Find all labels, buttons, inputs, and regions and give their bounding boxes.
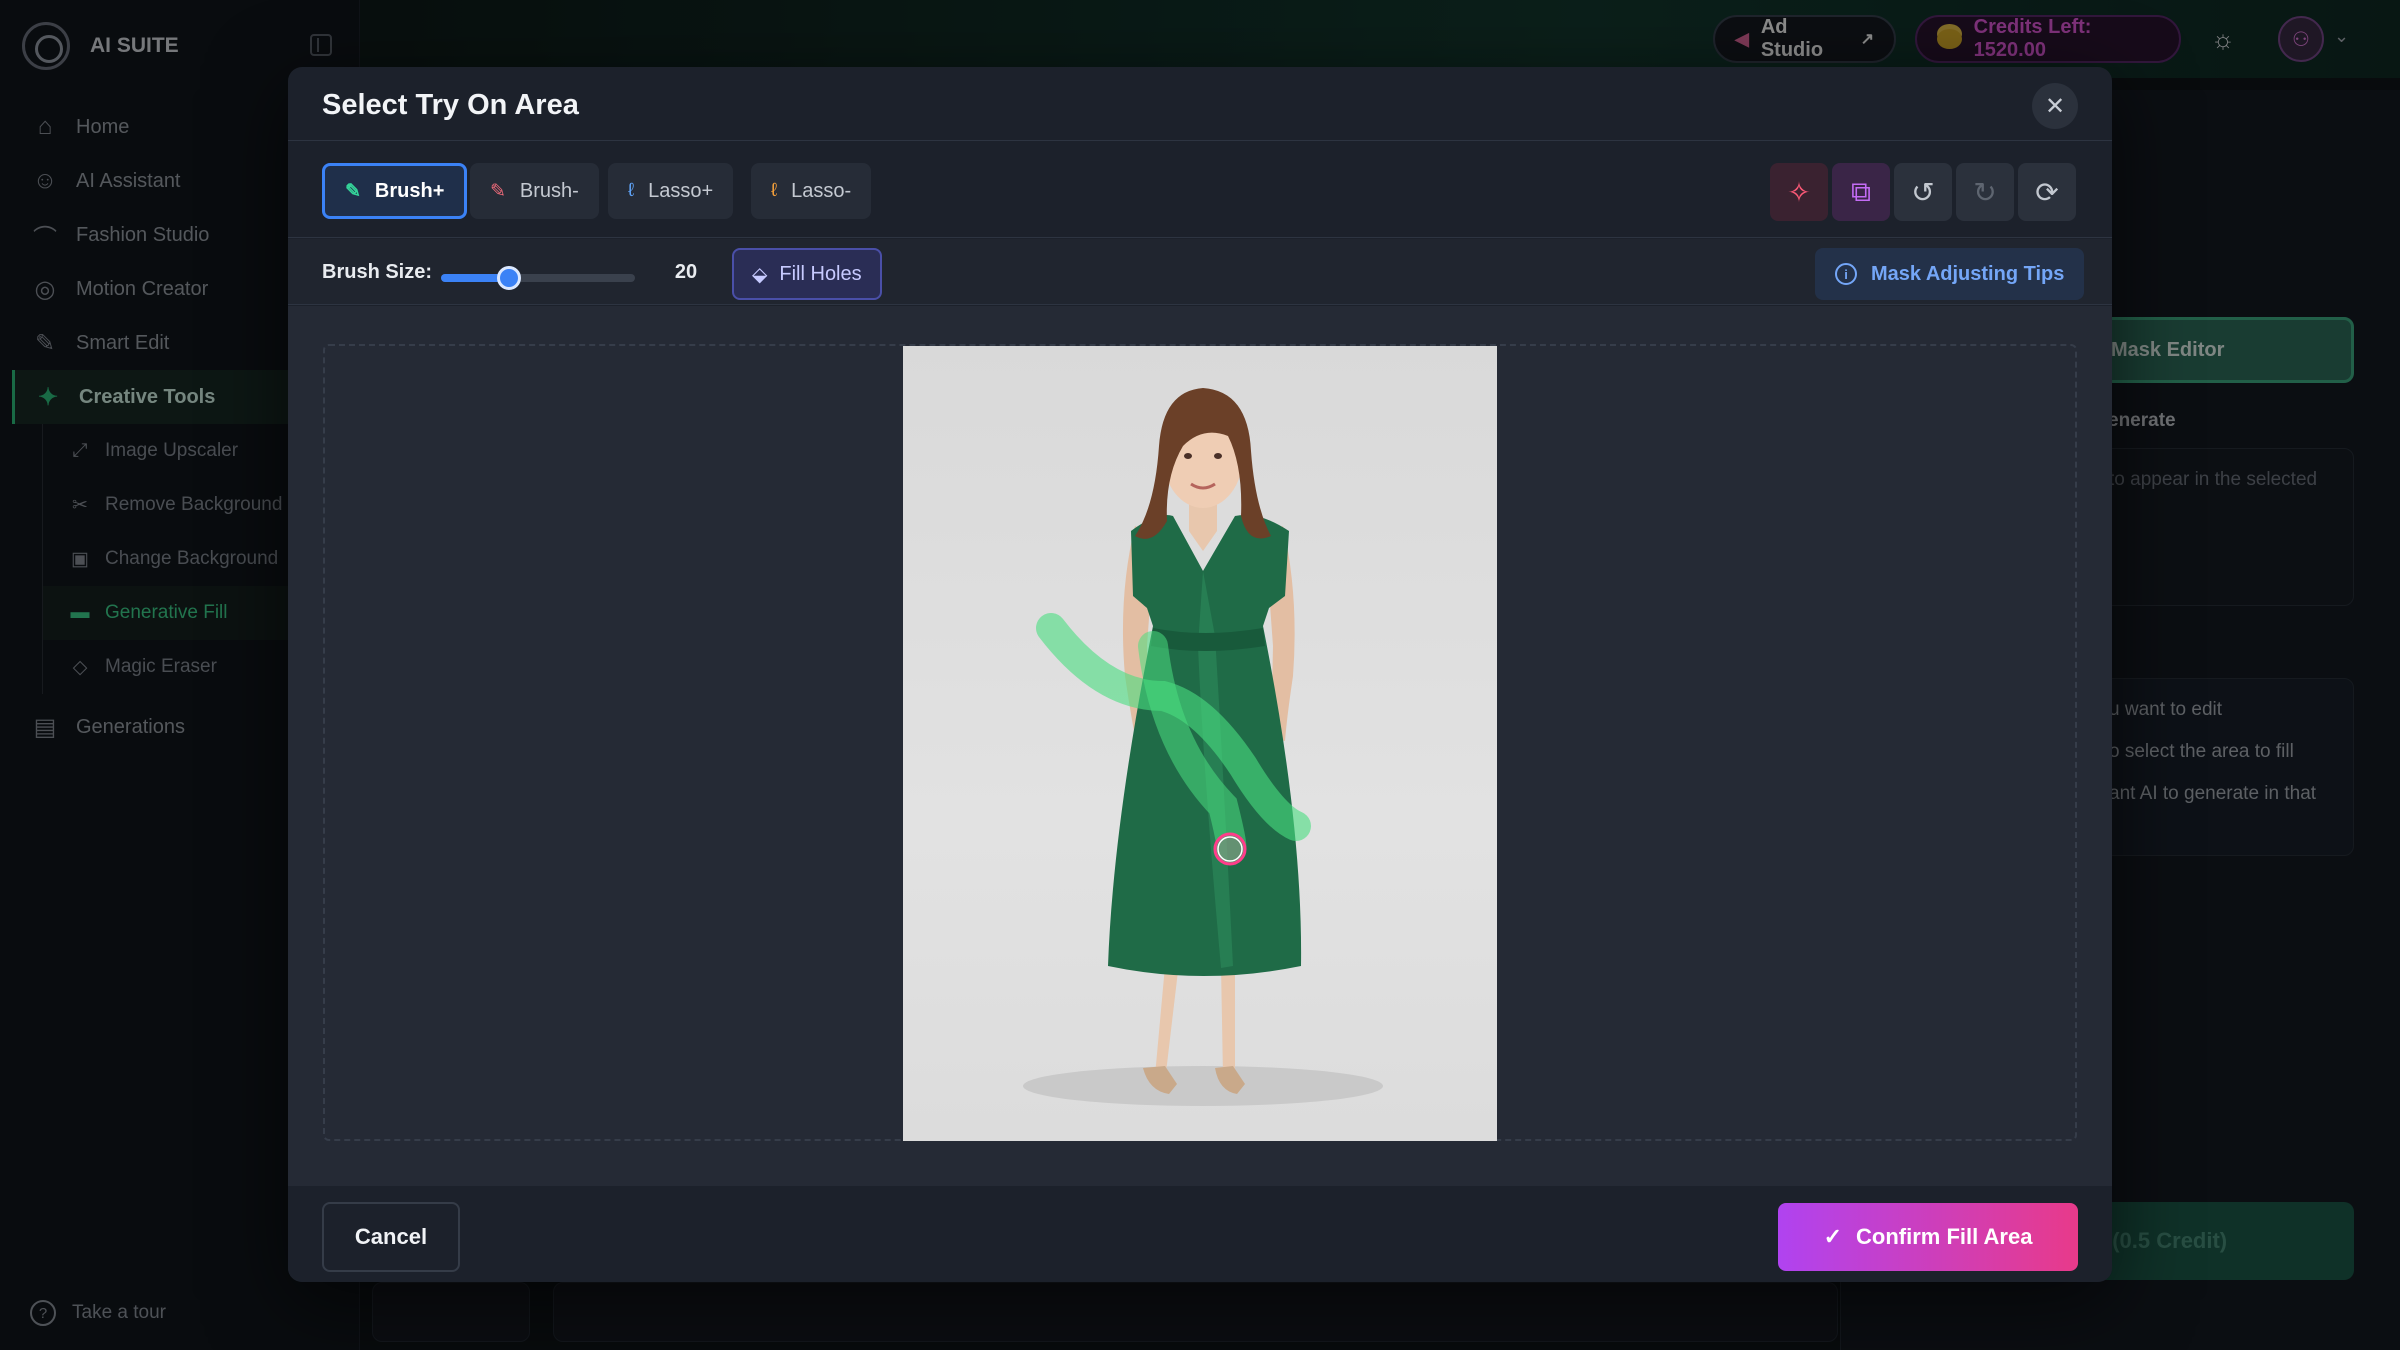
brush-minus-button[interactable]: ✎ Brush-: [470, 163, 599, 219]
brush-size-value: 20: [674, 261, 698, 283]
brush-plus-button[interactable]: ✎ Brush+: [322, 163, 468, 219]
mask-canvas-area[interactable]: [288, 306, 2112, 1186]
confirm-fill-area-button[interactable]: ✓ Confirm Fill Area: [1778, 1203, 2078, 1271]
tips-label: Mask Adjusting Tips: [1871, 262, 2065, 285]
model-photo[interactable]: [903, 346, 1497, 1141]
mask-adjusting-tips-button[interactable]: i Mask Adjusting Tips: [1815, 248, 2085, 300]
fill-holes-button[interactable]: ⬙ Fill Holes: [732, 248, 882, 300]
modal-title: Select Try On Area: [322, 89, 579, 121]
lasso-plus-button[interactable]: ℓ Lasso+: [608, 163, 734, 219]
cancel-button[interactable]: Cancel: [322, 1202, 460, 1272]
tool-label: Lasso+: [648, 179, 714, 202]
slider-handle[interactable]: [496, 266, 521, 290]
confirm-label: Confirm Fill Area: [1856, 1224, 2033, 1249]
compare-icon[interactable]: ⧉: [1832, 163, 1890, 221]
close-icon[interactable]: ✕: [2032, 83, 2078, 129]
lasso-icon: ℓ: [771, 180, 778, 201]
reset-icon[interactable]: ⟳: [2018, 163, 2076, 221]
model-illustration: [1023, 388, 1383, 1106]
brush-settings-row: Brush Size: 20 ⬙ Fill Holes i Mask Adjus…: [288, 239, 2112, 305]
modal-header: Select Try On Area ✕: [288, 67, 2112, 141]
info-icon: i: [1835, 263, 1857, 285]
brush-icon: ✎: [490, 180, 506, 202]
tool-label: Lasso-: [791, 179, 852, 202]
tool-label: Brush+: [374, 179, 445, 202]
select-try-on-area-modal: Select Try On Area ✕ ✎ Brush+ ✎ Brush- ℓ…: [288, 67, 2112, 1282]
brush-size-slider[interactable]: [441, 266, 635, 290]
modal-footer: Cancel ✓ Confirm Fill Area: [288, 1186, 2112, 1282]
redo-icon[interactable]: ↻: [1956, 163, 2014, 221]
fill-icon: ⬙: [752, 263, 768, 286]
auto-mask-sparkle-icon[interactable]: ✧: [1770, 163, 1828, 221]
lasso-minus-button[interactable]: ℓ Lasso-: [751, 163, 872, 219]
fill-holes-label: Fill Holes: [779, 262, 862, 285]
check-icon: ✓: [1823, 1224, 1842, 1249]
brush-icon: ✎: [345, 180, 361, 202]
brush-size-label: Brush Size:: [322, 261, 433, 283]
lasso-icon: ℓ: [628, 180, 635, 201]
tool-label: Brush-: [519, 179, 579, 202]
undo-icon[interactable]: ↺: [1894, 163, 1952, 221]
